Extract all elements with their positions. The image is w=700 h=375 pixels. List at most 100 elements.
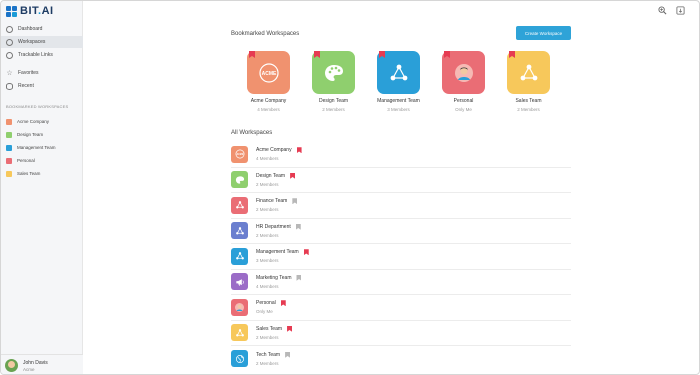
sidebar-nav: Dashboard Workspaces Trackable Links ☆ F…	[1, 23, 83, 93]
workspace-name: Design Team	[318, 98, 349, 104]
workspace-tile	[231, 247, 248, 265]
workspace-members: 2 Members	[517, 107, 540, 112]
workspace-tile	[231, 196, 248, 214]
workspace-tile	[377, 51, 420, 94]
list-item[interactable]: Tech Team 2 Members	[231, 346, 571, 372]
bookmark-icon[interactable]	[509, 51, 515, 58]
list-item[interactable]: Personal Only Me	[231, 295, 571, 321]
logo[interactable]: BIT.AI	[6, 5, 54, 17]
bookmark-icon[interactable]	[296, 147, 302, 154]
workspace-tile	[312, 51, 355, 94]
workspace-name: Acme Company	[250, 98, 287, 104]
sidebar-item-label: Workspaces	[18, 39, 46, 45]
workspace-tile	[507, 51, 550, 94]
sidebar-bookmark-sales[interactable]: Sales Team	[6, 167, 55, 180]
workspace-card-design[interactable]: Design Team 2 Members	[302, 51, 365, 112]
svg-text:ACME: ACME	[236, 153, 243, 156]
user-profile[interactable]: John Davis Acme	[1, 354, 83, 374]
list-item[interactable]: HR Department 2 Members	[231, 219, 571, 244]
bookmark-icon[interactable]	[280, 300, 286, 307]
bookmark-icon[interactable]	[292, 198, 298, 205]
workspace-members: 2 Members	[322, 107, 345, 112]
workspace-name: Finance Team	[256, 198, 288, 205]
create-workspace-button[interactable]: Create Workspace	[516, 26, 571, 40]
sidebar-bookmark-acme[interactable]: Acme Company	[6, 115, 55, 128]
bookmark-icon[interactable]	[296, 274, 302, 281]
workspace-members: 2 Members	[256, 334, 279, 340]
network-icon	[235, 201, 244, 209]
workspace-members: 2 Members	[256, 181, 279, 187]
workspace-tile	[231, 350, 248, 368]
bookmark-icon[interactable]	[287, 325, 293, 332]
bookmark-icon[interactable]	[303, 249, 309, 256]
workspace-card-acme[interactable]: ACME Acme Company 4 Members	[237, 51, 300, 112]
bookmarked-section-title: BOOKMARKED WORKSPACES	[6, 104, 69, 109]
list-item[interactable]: Management Team 3 Members	[231, 244, 571, 270]
sidebar-item-trackable-links[interactable]: Trackable Links	[1, 49, 83, 61]
star-icon: ☆	[6, 69, 13, 77]
workspace-color-swatch	[6, 131, 12, 138]
bookmark-icon[interactable]	[295, 223, 301, 230]
workspace-name: Sales Team	[256, 325, 283, 332]
workspace-name: Design Team	[256, 172, 286, 179]
workspace-members: Only Me	[455, 107, 472, 112]
workspace-members: 2 Members	[256, 232, 279, 238]
list-item[interactable]: Marketing Team 4 Members	[231, 270, 571, 295]
bookmarked-workspace-list: Acme Company Design Team Management Team…	[6, 115, 55, 180]
sidebar-item-recent[interactable]: Recent	[1, 80, 83, 92]
workspace-tile	[231, 171, 248, 189]
workspace-members: 2 Members	[256, 360, 279, 366]
workspace-color-swatch	[6, 157, 12, 164]
bookmark-icon[interactable]	[379, 51, 385, 58]
bookmark-icon[interactable]	[285, 351, 291, 358]
sidebar-bookmark-personal[interactable]: Personal	[6, 154, 55, 167]
workspace-name: Marketing Team	[256, 274, 292, 281]
workspace-tile: ACME	[231, 145, 248, 163]
workspace-card-management[interactable]: Management Team 3 Members	[367, 51, 430, 112]
workspace-color-swatch	[6, 118, 12, 125]
workspace-name: Personal	[256, 300, 276, 307]
sidebar-bookmark-design[interactable]: Design Team	[6, 128, 55, 141]
bookmark-icon[interactable]	[314, 51, 320, 58]
workspace-card-personal[interactable]: Personal Only Me	[432, 51, 495, 112]
sidebar-bookmark-management[interactable]: Management Team	[6, 141, 55, 154]
bookmark-icon[interactable]	[249, 51, 255, 58]
bookmark-icon[interactable]	[444, 51, 450, 58]
bookmark-label: Management Team	[17, 145, 56, 150]
workspace-color-swatch	[6, 170, 12, 177]
list-item[interactable]: Finance Team 2 Members	[231, 193, 571, 219]
user-name: John Davis	[23, 359, 48, 366]
workspace-name: HR Department	[256, 223, 291, 230]
list-item[interactable]: ACME Acme Company 4 Members	[231, 142, 571, 168]
workspace-name: Management Team	[377, 98, 420, 104]
bookmark-label: Design Team	[17, 132, 44, 137]
workspaces-icon	[6, 38, 13, 46]
bookmark-icon[interactable]	[290, 172, 296, 179]
workspace-tile: ACME	[247, 51, 290, 94]
workspace-tile	[231, 273, 248, 291]
export-icon[interactable]	[676, 6, 685, 15]
list-item[interactable]: Design Team 2 Members	[231, 168, 571, 193]
network-icon	[235, 328, 244, 337]
workspace-name: Tech Team	[256, 351, 281, 358]
sidebar-item-workspaces[interactable]: Workspaces	[1, 36, 83, 48]
bookmark-label: Sales Team	[17, 171, 41, 176]
acme-logo-icon: ACME	[235, 149, 244, 159]
app-window: BIT.AI Dashboard Workspaces Trackable Li…	[0, 0, 700, 375]
bookmark-label: Personal	[17, 158, 35, 163]
avatar	[5, 359, 18, 372]
eye-icon	[6, 82, 13, 90]
workspace-members: 4 Members	[256, 283, 279, 289]
workspace-members: 4 Members	[257, 107, 280, 112]
workspace-color-swatch	[6, 144, 12, 151]
sidebar-item-label: Favorites	[18, 70, 39, 76]
workspace-card-sales[interactable]: Sales Team 2 Members	[497, 51, 560, 112]
sidebar-item-label: Dashboard	[18, 26, 43, 32]
sidebar-item-favorites[interactable]: ☆ Favorites	[1, 67, 83, 79]
zoom-icon[interactable]	[658, 6, 667, 15]
sidebar-item-dashboard[interactable]: Dashboard	[1, 23, 83, 35]
header-actions	[658, 6, 685, 15]
list-item[interactable]: Sales Team 2 Members	[231, 321, 571, 346]
logo-mark-icon	[6, 5, 17, 17]
workspace-tile	[231, 298, 248, 316]
